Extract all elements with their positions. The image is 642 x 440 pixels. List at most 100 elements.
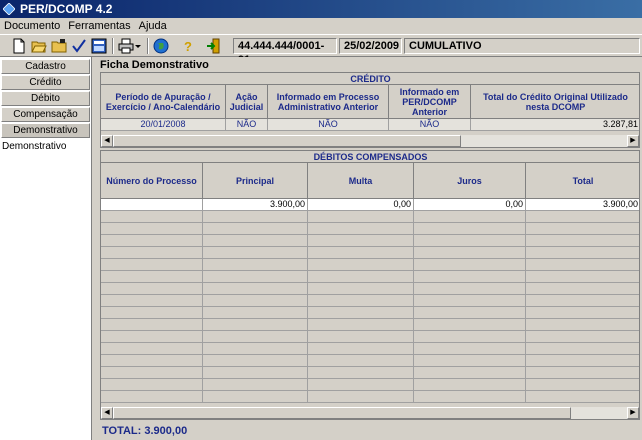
debitos-cell[interactable] [526, 223, 639, 235]
credito-cell-acao[interactable]: NÃO [226, 119, 268, 131]
credito-cell-total[interactable]: 3.287,81 [471, 119, 639, 131]
debitos-cell[interactable] [308, 307, 414, 319]
debitos-cell[interactable] [101, 331, 203, 343]
debitos-cell[interactable] [203, 391, 308, 403]
debitos-cell[interactable] [308, 223, 414, 235]
debitos-cell[interactable] [101, 223, 203, 235]
scroll-left-icon[interactable]: ◀ [101, 407, 113, 419]
debitos-cell[interactable] [308, 367, 414, 379]
menu-ajuda[interactable]: Ajuda [135, 18, 171, 32]
debitos-cell[interactable] [308, 319, 414, 331]
debitos-cell[interactable] [526, 211, 639, 223]
debitos-cell[interactable] [414, 367, 526, 379]
debitos-cell[interactable] [414, 307, 526, 319]
debitos-cell[interactable] [101, 379, 203, 391]
debitos-cell[interactable] [526, 367, 639, 379]
debitos-cell[interactable] [414, 271, 526, 283]
debitos-cell[interactable] [414, 283, 526, 295]
debitos-cell[interactable] [414, 211, 526, 223]
debitos-cell[interactable] [101, 271, 203, 283]
debitos-cell[interactable] [414, 247, 526, 259]
debitos-cell[interactable] [526, 235, 639, 247]
debitos-cell[interactable] [414, 379, 526, 391]
debitos-cell[interactable] [308, 259, 414, 271]
credito-cell-processo[interactable]: NÃO [268, 119, 389, 131]
debitos-cell[interactable] [526, 391, 639, 403]
debitos-cell[interactable] [101, 283, 203, 295]
sidebar-caption[interactable]: Demonstrativo [2, 141, 66, 152]
debitos-cell[interactable] [101, 247, 203, 259]
check-icon[interactable] [70, 37, 88, 55]
debitos-cell[interactable] [101, 319, 203, 331]
debitos-cell[interactable] [203, 211, 308, 223]
debitos-cell[interactable] [101, 391, 203, 403]
debitos-cell[interactable] [308, 271, 414, 283]
sidebar-item-debito[interactable]: Débito [1, 91, 90, 106]
debitos-cell[interactable] [203, 283, 308, 295]
debitos-cell[interactable] [526, 295, 639, 307]
debitos-cell[interactable] [308, 379, 414, 391]
debitos-cell[interactable] [308, 343, 414, 355]
help-icon[interactable]: ? [178, 37, 196, 55]
sidebar-item-demonstrativo[interactable]: Demonstrativo [1, 123, 90, 138]
menu-ferramentas[interactable]: Ferramentas [64, 18, 134, 32]
sidebar-item-credito[interactable]: Crédito [1, 75, 90, 90]
debitos-cell[interactable] [203, 367, 308, 379]
debitos-cell[interactable] [526, 331, 639, 343]
debitos-cell[interactable] [526, 283, 639, 295]
debitos-cell[interactable] [203, 223, 308, 235]
debitos-cell[interactable] [308, 235, 414, 247]
debitos-cell[interactable] [101, 355, 203, 367]
debitos-cell[interactable]: 3.900,00 [526, 199, 639, 211]
debitos-cell[interactable] [308, 295, 414, 307]
credito-cell-periodo[interactable]: 20/01/2008 [101, 119, 226, 131]
debitos-cell[interactable] [308, 247, 414, 259]
debitos-cell[interactable] [101, 199, 203, 211]
menu-documento[interactable]: Documento [0, 18, 64, 32]
scroll-left-icon[interactable]: ◀ [101, 135, 113, 147]
debitos-cell[interactable] [414, 343, 526, 355]
debitos-cell[interactable] [203, 319, 308, 331]
scroll-right-icon[interactable]: ▶ [627, 407, 639, 419]
debitos-cell[interactable] [101, 235, 203, 247]
debitos-cell[interactable] [414, 259, 526, 271]
debitos-cell[interactable] [308, 283, 414, 295]
debitos-cell[interactable] [414, 295, 526, 307]
debitos-cell[interactable] [101, 211, 203, 223]
scroll-thumb[interactable] [113, 135, 461, 147]
debitos-cell[interactable] [203, 355, 308, 367]
debitos-cell[interactable] [101, 295, 203, 307]
debitos-cell[interactable] [101, 367, 203, 379]
debitos-cell[interactable] [203, 307, 308, 319]
debitos-cell[interactable] [526, 307, 639, 319]
save-icon[interactable] [50, 37, 68, 55]
credito-cell-perdcomp[interactable]: NÃO [389, 119, 471, 131]
debitos-cell[interactable] [526, 379, 639, 391]
debitos-cell[interactable] [101, 259, 203, 271]
debitos-cell[interactable] [308, 355, 414, 367]
debitos-cell[interactable] [203, 379, 308, 391]
debitos-cell[interactable] [308, 391, 414, 403]
form-icon[interactable] [90, 37, 108, 55]
debitos-cell[interactable]: 0,00 [414, 199, 526, 211]
debitos-cell[interactable] [308, 211, 414, 223]
debitos-cell[interactable] [414, 223, 526, 235]
debitos-cell[interactable] [526, 259, 639, 271]
debitos-cell[interactable] [203, 259, 308, 271]
debitos-cell[interactable] [203, 331, 308, 343]
sidebar-item-cadastro[interactable]: Cadastro [1, 59, 90, 74]
debitos-cell[interactable] [308, 331, 414, 343]
debitos-cell[interactable]: 3.900,00 [203, 199, 308, 211]
debitos-cell[interactable] [203, 271, 308, 283]
dropdown-arrow-icon[interactable] [133, 37, 143, 55]
debitos-hscrollbar[interactable]: ◀ ▶ [101, 407, 639, 419]
debitos-cell[interactable] [414, 391, 526, 403]
credito-hscrollbar[interactable]: ◀ ▶ [101, 135, 639, 147]
debitos-cell[interactable] [203, 235, 308, 247]
debitos-cell[interactable] [526, 271, 639, 283]
globe-icon[interactable] [152, 37, 170, 55]
debitos-cell[interactable] [101, 307, 203, 319]
debitos-cell[interactable]: 0,00 [308, 199, 414, 211]
debitos-cell[interactable] [203, 247, 308, 259]
new-document-icon[interactable] [10, 37, 28, 55]
